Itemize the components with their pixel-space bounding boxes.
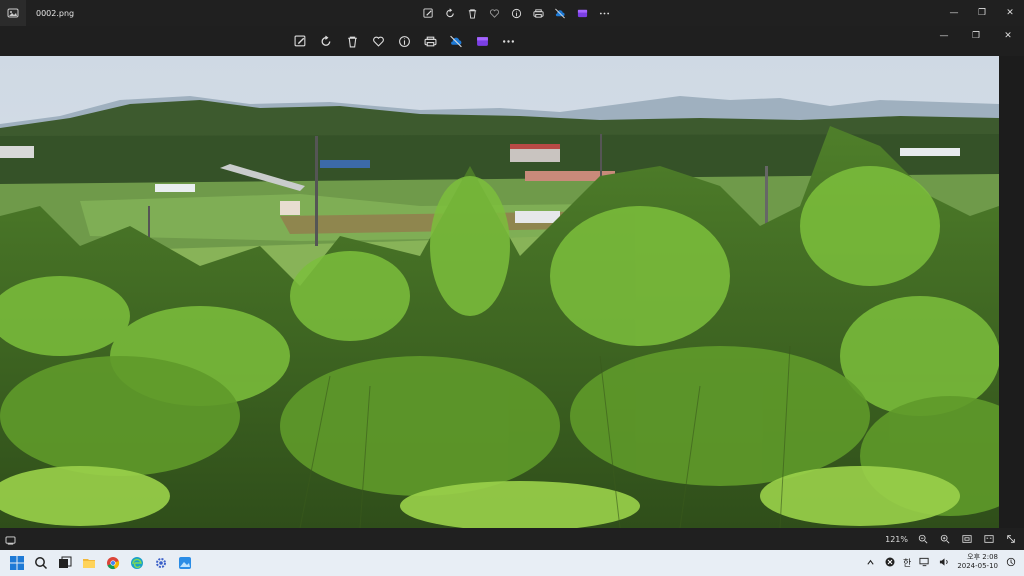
photos-app-icon <box>0 0 26 26</box>
settings-app-icon[interactable] <box>152 554 170 572</box>
zoom-controls: 121% <box>885 532 1018 546</box>
window-controls: — ❐ ✕ <box>940 0 1024 26</box>
clock-date: 2024-05-10 <box>957 562 998 570</box>
status-bar: 121% <box>0 530 1024 550</box>
more-icon[interactable] <box>596 5 612 21</box>
viewer-window-controls: — ❐ ✕ <box>928 26 1024 46</box>
clipchamp-icon[interactable] <box>472 32 492 50</box>
volume-icon[interactable] <box>937 555 951 569</box>
taskbar-apps <box>8 554 194 572</box>
photos-app-icon[interactable] <box>176 554 194 572</box>
start-icon[interactable] <box>8 554 26 572</box>
maximize-icon[interactable]: ❐ <box>960 26 992 46</box>
filmstrip-icon[interactable] <box>0 535 20 545</box>
chrome-icon[interactable] <box>104 554 122 572</box>
fit-to-window-icon[interactable] <box>960 532 974 546</box>
stop-circle-icon[interactable] <box>883 555 897 569</box>
clock[interactable]: 오후 2:08 2024-05-10 <box>957 553 998 571</box>
notification-bell-icon[interactable] <box>1004 555 1018 569</box>
rotate-icon[interactable] <box>442 5 458 21</box>
ime-indicator[interactable]: 한 <box>903 556 911 569</box>
clipchamp-icon[interactable] <box>574 5 590 21</box>
fullscreen-icon[interactable] <box>1004 532 1018 546</box>
delete-icon[interactable] <box>342 32 362 50</box>
info-icon[interactable] <box>394 32 414 50</box>
heart-icon[interactable] <box>368 32 388 50</box>
edit-image-icon[interactable] <box>420 5 436 21</box>
search-icon[interactable] <box>32 554 50 572</box>
delete-icon[interactable] <box>464 5 480 21</box>
close-icon[interactable]: ✕ <box>992 26 1024 46</box>
system-tray: 한 오후 2:08 2024-05-10 <box>863 553 1018 571</box>
chevron-up-icon[interactable] <box>863 555 877 569</box>
viewer-side-panel <box>999 56 1024 528</box>
cloud-off-icon[interactable] <box>552 5 568 21</box>
minimize-icon[interactable]: — <box>940 0 968 26</box>
actual-size-icon[interactable] <box>982 532 996 546</box>
maximize-icon[interactable]: ❐ <box>968 0 996 26</box>
viewer-toolbar <box>290 32 518 50</box>
heart-icon[interactable] <box>486 5 502 21</box>
network-icon[interactable] <box>917 555 931 569</box>
zoom-in-icon[interactable] <box>938 532 952 546</box>
info-icon[interactable] <box>508 5 524 21</box>
close-icon[interactable]: ✕ <box>996 0 1024 26</box>
taskbar: 한 오후 2:08 2024-05-10 <box>0 550 1024 576</box>
clock-time: 오후 2:08 <box>967 553 998 561</box>
more-icon[interactable] <box>498 32 518 50</box>
rotate-icon[interactable] <box>316 32 336 50</box>
title-bar: 0002.png — ❐ ✕ <box>0 0 1024 26</box>
cloud-off-icon[interactable] <box>446 32 466 50</box>
print-icon[interactable] <box>420 32 440 50</box>
edge-icon[interactable] <box>128 554 146 572</box>
zoom-level: 121% <box>885 534 908 544</box>
zoom-out-icon[interactable] <box>916 532 930 546</box>
minimize-icon[interactable]: — <box>928 26 960 46</box>
title-toolbar <box>420 5 612 21</box>
displayed-photo[interactable] <box>0 56 999 528</box>
task-view-icon[interactable] <box>56 554 74 572</box>
print-icon[interactable] <box>530 5 546 21</box>
file-name: 0002.png <box>36 8 75 18</box>
file-explorer-icon[interactable] <box>80 554 98 572</box>
edit-image-icon[interactable] <box>290 32 310 50</box>
